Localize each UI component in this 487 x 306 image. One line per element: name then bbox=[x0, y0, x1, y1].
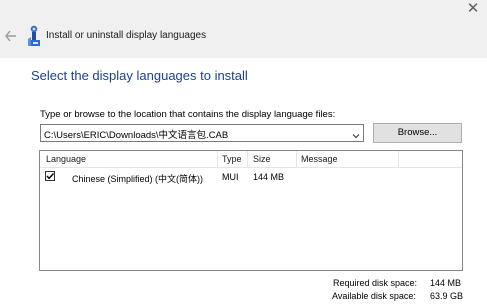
close-icon[interactable]: ✕ bbox=[465, 1, 481, 17]
language-name: Chinese (Simplified) (中文(简体)) bbox=[72, 174, 204, 184]
required-space-value: 144 MB bbox=[430, 278, 462, 288]
page-heading: Select the display languages to install bbox=[31, 68, 248, 83]
language-install-window: ✕ Install or uninstall display languages… bbox=[0, 0, 487, 306]
column-divider[interactable] bbox=[217, 151, 218, 167]
window-title: Install or uninstall display languages bbox=[46, 30, 207, 41]
chevron-down-icon[interactable] bbox=[351, 128, 361, 139]
language-install-icon bbox=[25, 25, 41, 47]
list-header: Language Type Size Message bbox=[40, 151, 462, 168]
column-header-size[interactable]: Size bbox=[253, 154, 271, 164]
path-value[interactable]: C:\Users\ERIC\Downloads\中文语言包.CAB bbox=[44, 127, 228, 141]
required-space-label: Required disk space: bbox=[333, 278, 418, 288]
available-space-value: 63.9 GB bbox=[430, 291, 464, 301]
title-bar: ✕ Install or uninstall display languages bbox=[0, 0, 487, 58]
language-checkbox[interactable] bbox=[45, 171, 55, 181]
column-header-type[interactable]: Type bbox=[222, 154, 242, 164]
column-header-language[interactable]: Language bbox=[46, 154, 86, 164]
location-prompt: Type or browse to the location that cont… bbox=[40, 109, 336, 120]
wizard-content: Select the display languages to install … bbox=[0, 58, 487, 306]
checkmark-icon bbox=[46, 173, 55, 180]
language-size: 144 MB bbox=[253, 172, 285, 182]
list-item[interactable]: Chinese (Simplified) (中文(简体)) MUI 144 MB bbox=[40, 169, 462, 185]
column-header-message[interactable]: Message bbox=[301, 154, 338, 164]
column-divider[interactable] bbox=[398, 151, 399, 167]
column-divider[interactable] bbox=[296, 151, 297, 167]
language-type: MUI bbox=[222, 172, 239, 182]
column-divider[interactable] bbox=[247, 151, 248, 167]
browse-button[interactable]: Browse... bbox=[373, 123, 462, 143]
back-arrow-icon[interactable] bbox=[4, 26, 18, 46]
available-space-label: Available disk space: bbox=[332, 291, 416, 301]
language-list: Language Type Size Message Chinese (Simp… bbox=[39, 150, 463, 271]
language-file-path-combobox[interactable]: C:\Users\ERIC\Downloads\中文语言包.CAB bbox=[40, 124, 364, 142]
